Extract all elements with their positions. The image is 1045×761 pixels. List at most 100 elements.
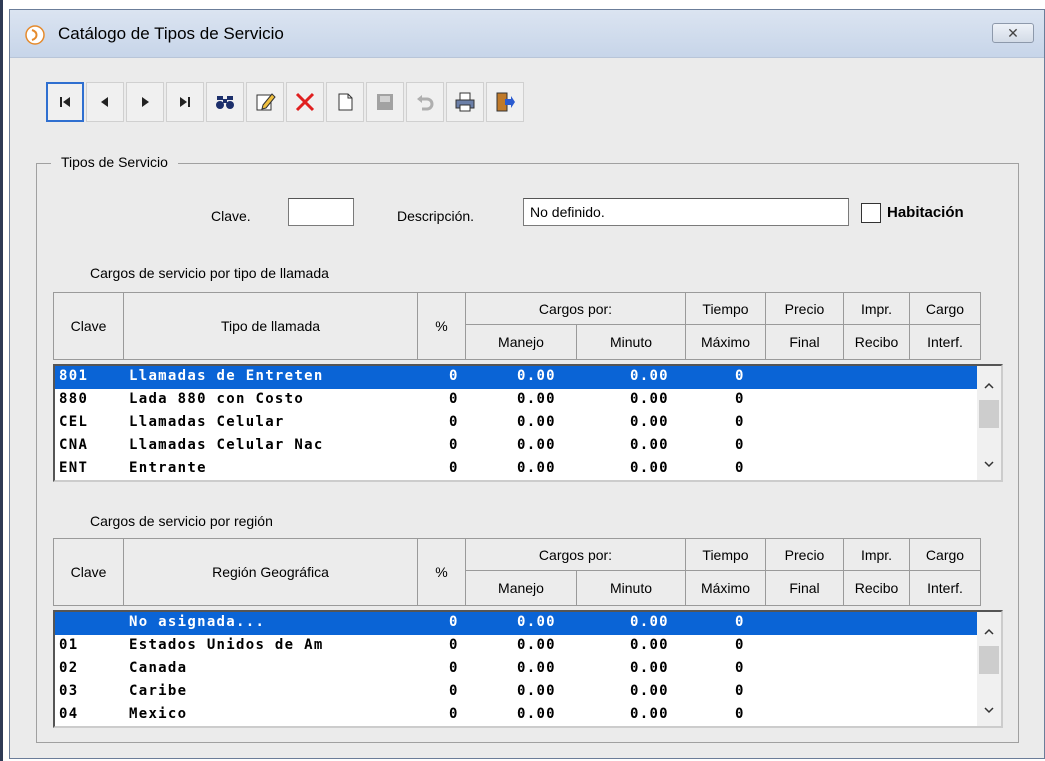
scroll-thumb[interactable] <box>979 646 999 674</box>
close-icon: ✕ <box>1007 25 1019 41</box>
cell-minuto: 0.00 <box>630 614 669 630</box>
scroll-down-icon[interactable] <box>983 704 995 716</box>
cell-desc: Llamadas de Entreten <box>129 368 324 384</box>
cell-manejo: 0.00 <box>517 660 556 676</box>
save-icon <box>377 94 393 110</box>
table2-scrollbar[interactable] <box>977 612 1001 726</box>
cell-minuto: 0.00 <box>630 637 669 653</box>
exit-button[interactable] <box>486 82 524 122</box>
last-record-button[interactable] <box>166 82 204 122</box>
app-logo-icon <box>25 25 45 45</box>
scroll-thumb[interactable] <box>979 400 999 428</box>
header-minuto: Minuto <box>577 325 686 359</box>
cell-clave: 801 <box>59 368 89 384</box>
cell-desc: Estados Unidos de Am <box>129 637 324 653</box>
title-bar[interactable]: Catálogo de Tipos de Servicio ✕ <box>10 10 1044 58</box>
scroll-down-icon[interactable] <box>983 458 995 470</box>
new-button[interactable] <box>326 82 364 122</box>
edit-icon <box>256 93 276 111</box>
cell-manejo: 0.00 <box>517 368 556 384</box>
cell-pct: 0 <box>449 660 459 676</box>
table-row[interactable]: 01 Estados Unidos de Am 0 0.00 0.00 0 <box>55 635 977 658</box>
search-button[interactable] <box>206 82 244 122</box>
cell-tiempo: 0 <box>735 368 745 384</box>
cell-manejo: 0.00 <box>517 637 556 653</box>
undo-button[interactable] <box>406 82 444 122</box>
cell-tiempo: 0 <box>735 683 745 699</box>
descripcion-label: Descripción. <box>397 208 475 224</box>
new-document-icon <box>338 93 353 111</box>
header-recibo: Recibo <box>844 325 910 359</box>
close-button[interactable]: ✕ <box>992 23 1034 43</box>
client-area: Tipos de Servicio Clave. Descripción. No… <box>10 58 1044 758</box>
table-row[interactable]: CNA Llamadas Celular Nac 0 0.00 0.00 0 <box>55 435 977 458</box>
header-clave: Clave <box>54 539 124 605</box>
table-row[interactable]: 04 Mexico 0 0.00 0.00 0 <box>55 704 977 726</box>
desktop-edge <box>0 0 8 761</box>
edit-button[interactable] <box>246 82 284 122</box>
cell-tiempo: 0 <box>735 414 745 430</box>
table-row[interactable]: ENT Entrante 0 0.00 0.00 0 <box>55 458 977 480</box>
save-button[interactable] <box>366 82 404 122</box>
table1-scrollbar[interactable] <box>977 366 1001 480</box>
cell-tiempo: 0 <box>735 660 745 676</box>
cell-tiempo: 0 <box>735 706 745 722</box>
cell-desc: Mexico <box>129 706 188 722</box>
header-impr: Impr. <box>844 293 910 325</box>
cell-pct: 0 <box>449 368 459 384</box>
header-minuto: Minuto <box>577 571 686 605</box>
table-row[interactable]: 801 Llamadas de Entreten 0 0.00 0.00 0 <box>55 366 977 389</box>
descripcion-input[interactable]: No definido. <box>523 198 849 226</box>
table-row[interactable]: CEL Llamadas Celular 0 0.00 0.00 0 <box>55 412 977 435</box>
header-precio: Precio <box>766 293 844 325</box>
delete-icon <box>295 92 315 112</box>
table-row[interactable]: No asignada... 0 0.00 0.00 0 <box>55 612 977 635</box>
table1-header: Clave Tipo de llamada % Cargos por: Mane… <box>53 292 981 360</box>
cell-pct: 0 <box>449 683 459 699</box>
header-region: Región Geográfica <box>124 539 418 605</box>
habitacion-checkbox[interactable] <box>861 203 881 223</box>
cell-desc: Llamadas Celular <box>129 414 285 430</box>
header-percent: % <box>418 539 466 605</box>
header-interf: Interf. <box>927 580 963 596</box>
cell-clave: 02 <box>59 660 79 676</box>
cell-manejo: 0.00 <box>517 614 556 630</box>
clave-input[interactable] <box>288 198 354 226</box>
scroll-up-icon[interactable] <box>983 626 995 638</box>
header-maximo: Máximo <box>686 325 766 359</box>
header-cargos-por: Cargos por: <box>466 293 686 325</box>
cell-tiempo: 0 <box>735 637 745 653</box>
table-row[interactable]: 880 Lada 880 con Costo 0 0.00 0.00 0 <box>55 389 977 412</box>
scroll-up-icon[interactable] <box>983 380 995 392</box>
cell-clave: ENT <box>59 460 89 476</box>
table2-header: Clave Región Geográfica % Cargos por: Ma… <box>53 538 981 606</box>
table1-body[interactable]: ENT Entrante 0 0.00 0.00 0 CNA Llamadas Celular… <box>53 364 1003 482</box>
habitacion-label: Habitación <box>887 204 964 221</box>
window-title: Catálogo de Tipos de Servicio <box>58 24 284 43</box>
previous-record-button[interactable] <box>86 82 124 122</box>
delete-button[interactable] <box>286 82 324 122</box>
print-button[interactable] <box>446 82 484 122</box>
table-row[interactable]: 03 Caribe 0 0.00 0.00 0 <box>55 681 977 704</box>
cell-tiempo: 0 <box>735 437 745 453</box>
exit-door-icon <box>496 92 515 112</box>
header-final: Final <box>766 325 844 359</box>
cell-minuto: 0.00 <box>630 683 669 699</box>
next-record-button[interactable] <box>126 82 164 122</box>
catalog-window: Catálogo de Tipos de Servicio ✕ Tipos de… <box>9 9 1045 759</box>
header-interf: Interf. <box>927 334 963 350</box>
first-record-button[interactable] <box>46 82 84 122</box>
cell-clave: 03 <box>59 683 79 699</box>
cell-manejo: 0.00 <box>517 460 556 476</box>
search-binoculars-icon <box>216 96 234 109</box>
cell-pct: 0 <box>449 391 459 407</box>
cell-desc: No asignada... <box>129 614 266 630</box>
header-maximo: Máximo <box>686 571 766 605</box>
cell-manejo: 0.00 <box>517 437 556 453</box>
cell-minuto: 0.00 <box>630 391 669 407</box>
table-row[interactable]: 02 Canada 0 0.00 0.00 0 <box>55 658 977 681</box>
cell-pct: 0 <box>449 706 459 722</box>
header-manejo: Manejo <box>466 325 577 359</box>
table2-body[interactable]: 04 Mexico 0 0.00 0.00 0 03 Caribe 0 0.00 0.00 0 02 Ca… <box>53 610 1003 728</box>
cell-manejo: 0.00 <box>517 706 556 722</box>
